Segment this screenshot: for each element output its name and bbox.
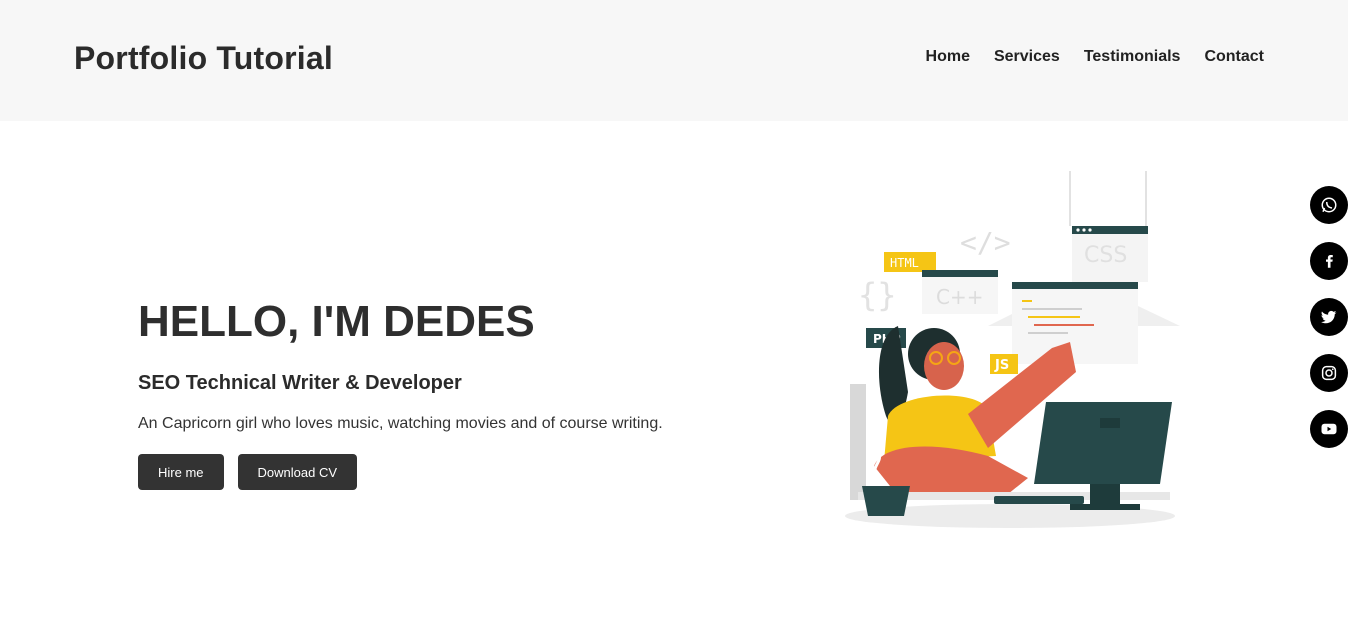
social-sidebar — [1310, 186, 1348, 448]
hero-description: An Capricorn girl who loves music, watch… — [138, 415, 663, 432]
hire-me-button[interactable]: Hire me — [138, 454, 224, 490]
nav-contact[interactable]: Contact — [1204, 48, 1264, 66]
braces-symbol: {} — [858, 276, 897, 314]
hero-section: HELLO, I'M DEDES SEO Technical Writer & … — [138, 296, 758, 490]
code-symbol: </> — [960, 226, 1011, 259]
site-header: Portfolio Tutorial Home Services Testimo… — [0, 0, 1348, 121]
html-tag: HTML — [890, 256, 919, 270]
developer-illustration: CSS </> HTML C++ {} PHP JS — [838, 166, 1184, 532]
youtube-icon[interactable] — [1310, 410, 1348, 448]
nav-services[interactable]: Services — [994, 48, 1060, 66]
nav-home[interactable]: Home — [926, 48, 970, 66]
facebook-icon[interactable] — [1310, 242, 1348, 280]
css-tag: CSS — [1084, 243, 1127, 268]
site-brand[interactable]: Portfolio Tutorial — [74, 40, 333, 77]
whatsapp-icon[interactable] — [1310, 186, 1348, 224]
nav-testimonials[interactable]: Testimonials — [1084, 48, 1181, 66]
hero-title: HELLO, I'M DEDES — [138, 297, 535, 346]
cpp-tag: C++ — [936, 285, 983, 309]
hero-buttons: Hire me Download CV — [138, 454, 758, 490]
twitter-icon[interactable] — [1310, 298, 1348, 336]
download-cv-button[interactable]: Download CV — [237, 454, 358, 490]
main-nav: Home Services Testimonials Contact — [926, 48, 1264, 66]
hero-subtitle: SEO Technical Writer & Developer — [138, 372, 462, 394]
instagram-icon[interactable] — [1310, 354, 1348, 392]
js-tag: JS — [994, 358, 1009, 373]
